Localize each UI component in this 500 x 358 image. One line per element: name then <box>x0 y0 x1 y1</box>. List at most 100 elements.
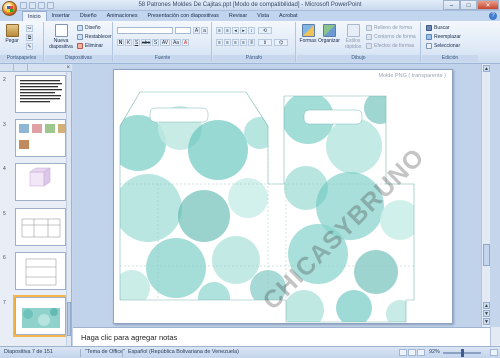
current-slide[interactable]: Molde PNG ( transparente ) CHICASYBRUNO <box>113 69 453 324</box>
paste-button[interactable]: Pegar <box>3 24 21 44</box>
shape-fill-button[interactable]: Relleno de forma <box>366 25 412 31</box>
shapes-label: Formas <box>299 38 317 44</box>
tab-presentacion[interactable]: Presentación con diapositivas <box>143 11 224 21</box>
group-editing: Buscar Reemplazar Seleccionar Edición <box>422 22 478 62</box>
editor-scroll-thumb[interactable] <box>483 244 490 266</box>
slide-thumbnail-6[interactable] <box>15 252 66 290</box>
shadow-button[interactable]: S <box>152 39 159 46</box>
layout-label: Diseño <box>85 25 101 31</box>
slide-thumbnail-5[interactable] <box>15 208 66 246</box>
numbering-icon[interactable]: ≡ <box>224 27 231 34</box>
scroll-up-icon[interactable]: ▲ <box>483 65 490 72</box>
font-name-field[interactable] <box>117 27 173 34</box>
copy-icon[interactable]: ⧉ <box>26 34 33 41</box>
tab-inicio[interactable]: Inicio <box>22 11 47 21</box>
tab-revisar[interactable]: Revisar <box>224 11 252 21</box>
bold-button[interactable]: N <box>117 39 124 46</box>
normal-view-icon[interactable] <box>399 349 407 356</box>
strikethrough-button[interactable]: abc <box>141 39 151 46</box>
close-button[interactable]: ✕ <box>477 0 499 10</box>
columns-icon[interactable]: ⫴ <box>248 39 255 46</box>
italic-button[interactable]: K <box>125 39 132 46</box>
new-slide-button[interactable]: Nueva diapositiva <box>47 24 75 50</box>
new-slide-label: Nueva diapositiva <box>49 38 73 50</box>
decrease-indent-icon[interactable]: ◂ <box>232 27 239 34</box>
notes-placeholder[interactable]: Haga clic para agregar notas <box>81 333 177 342</box>
title-bar: 58 Patrones Moldes De Cajitas.ppt [Modo … <box>0 0 500 11</box>
align-left-icon[interactable]: ≡ <box>216 39 223 46</box>
ribbon: Pegar ✂ ⧉ ✎ Portapapeles Nueva diapositi… <box>0 21 500 64</box>
align-right-icon[interactable]: ≡ <box>232 39 239 46</box>
tab-slides-icon[interactable] <box>0 64 14 72</box>
spacing-button[interactable]: AV <box>160 39 170 46</box>
tab-vista[interactable]: Vista <box>252 11 274 21</box>
help-icon[interactable]: ? <box>489 12 497 20</box>
prev-slide-icon[interactable]: ▲ <box>483 302 490 309</box>
replace-button[interactable]: Reemplazar <box>426 34 461 40</box>
paste-label: Pegar <box>5 38 19 44</box>
panel-scroll-thumb[interactable] <box>67 302 71 336</box>
smartart-icon[interactable]: ⌬ <box>274 39 288 46</box>
tab-insertar[interactable]: Insertar <box>47 11 75 21</box>
shape-effects-button[interactable]: Efectos de formas <box>366 43 414 49</box>
office-button[interactable] <box>2 1 17 16</box>
delete-button[interactable]: Eliminar <box>77 43 103 49</box>
panel-close-icon[interactable]: × <box>66 64 70 72</box>
slide-thumbnail-4[interactable] <box>15 163 66 201</box>
tab-animaciones[interactable]: Animaciones <box>102 11 143 21</box>
format-painter-icon[interactable]: ✎ <box>26 43 33 50</box>
line-spacing-icon[interactable]: ↕ <box>248 27 255 34</box>
quick-styles-button[interactable]: Estilos rápidos <box>341 24 365 50</box>
change-case-button[interactable]: Aa <box>171 39 181 46</box>
panel-scrollbar[interactable] <box>66 72 71 346</box>
tab-outline-icon[interactable] <box>14 64 28 72</box>
tab-diseno[interactable]: Diseño <box>75 11 102 21</box>
cut-icon[interactable]: ✂ <box>26 25 33 32</box>
shrink-font-icon[interactable]: a <box>201 27 208 34</box>
shape-outline-button[interactable]: Contorno de forma <box>366 34 416 40</box>
justify-icon[interactable]: ≡ <box>240 39 247 46</box>
grow-font-icon[interactable]: A <box>193 27 200 34</box>
save-icon[interactable] <box>20 2 27 9</box>
notes-scrollbar[interactable] <box>490 327 500 346</box>
slide-thumbnail-7[interactable] <box>13 295 68 337</box>
find-button[interactable]: Buscar <box>426 25 450 31</box>
underline-button[interactable]: S <box>133 39 140 46</box>
maximize-button[interactable]: □ <box>460 0 477 10</box>
bullets-icon[interactable]: ≡ <box>216 27 223 34</box>
select-button[interactable]: Seleccionar <box>426 43 460 49</box>
language-indicator[interactable]: Español (República Bolivariana de Venezu… <box>128 349 239 355</box>
font-size-field[interactable] <box>175 27 191 34</box>
slide-sorter-view-icon[interactable] <box>408 349 416 356</box>
reset-button[interactable]: Restablecer <box>77 34 112 40</box>
tab-acrobat[interactable]: Acrobat <box>274 11 303 21</box>
arrange-button[interactable]: Organizar <box>318 24 340 44</box>
select-label: Seleccionar <box>434 43 461 49</box>
zoom-slider-knob[interactable] <box>461 349 464 357</box>
slide-thumbnail-3[interactable] <box>15 119 66 157</box>
align-text-icon[interactable]: ⇕ <box>258 39 272 46</box>
minimize-button[interactable]: – <box>443 0 460 10</box>
delete-label: Eliminar <box>85 43 104 49</box>
fit-to-window-icon[interactable] <box>490 349 498 356</box>
editor-vertical-scrollbar[interactable]: ▲ ▲ ▼ ▼ <box>481 64 490 327</box>
next-slide-icon[interactable]: ▼ <box>483 310 490 317</box>
undo-icon[interactable] <box>29 2 36 9</box>
notes-pane[interactable]: Haga clic para agregar notas <box>73 327 490 346</box>
paste-icon <box>5 24 19 37</box>
shapes-button[interactable]: Formas <box>299 24 317 44</box>
slide-thumbnail-2[interactable] <box>15 75 66 113</box>
slideshow-view-icon[interactable] <box>417 349 425 356</box>
scroll-down-icon[interactable]: ▼ <box>483 318 490 325</box>
zoom-level[interactable]: 92% <box>429 349 440 355</box>
status-divider <box>80 349 81 357</box>
text-direction-icon[interactable]: ⟲ <box>258 27 272 34</box>
align-center-icon[interactable]: ≡ <box>224 39 231 46</box>
increase-indent-icon[interactable]: ▸ <box>240 27 247 34</box>
font-color-button[interactable]: A <box>182 39 189 46</box>
theme-name: "Tema de Office" <box>85 349 125 355</box>
zoom-slider[interactable] <box>443 349 481 357</box>
redo-icon[interactable] <box>38 2 45 9</box>
customize-qat-icon[interactable] <box>47 2 54 9</box>
layout-button[interactable]: Diseño <box>77 25 101 31</box>
